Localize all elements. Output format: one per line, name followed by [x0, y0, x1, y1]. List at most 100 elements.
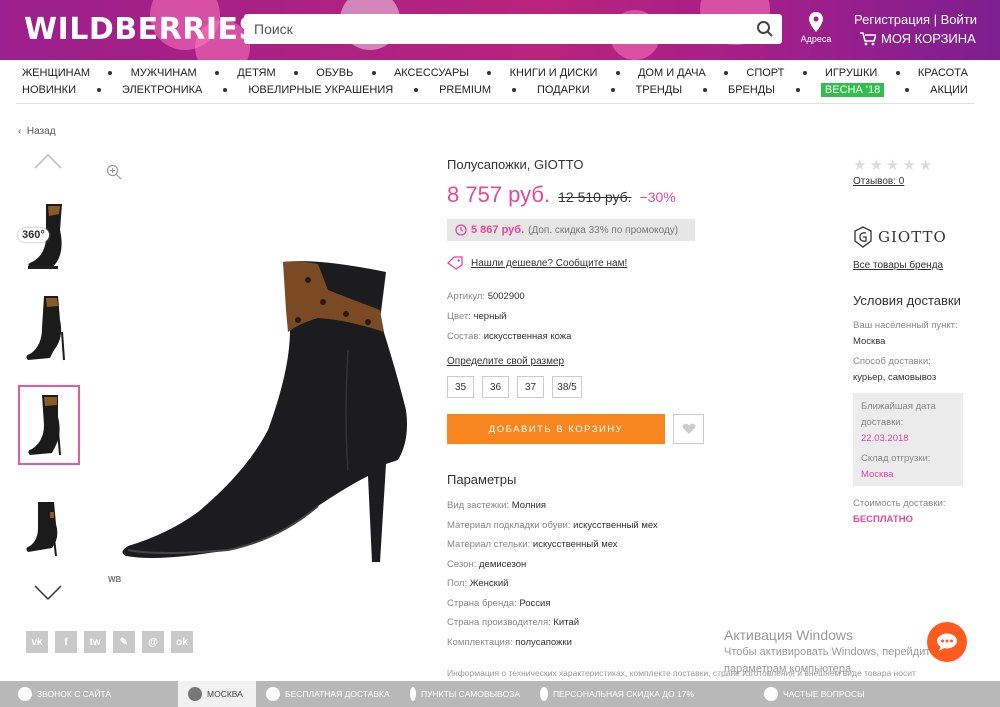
nav-link[interactable]: СПОРТ [746, 67, 784, 79]
footer-item[interactable]: ПУНКТЫ САМОВЫВОЗА [400, 681, 530, 707]
footer-label: ПЕРСОНАЛЬНАЯ СКИДКА ДО 17% [552, 689, 694, 699]
size-guide-link[interactable]: Определите свой размер [447, 356, 564, 367]
social-share-icon[interactable]: vk [26, 631, 48, 653]
nav-link[interactable]: ЖЕНЩИНАМ [22, 67, 90, 79]
param-value: демисезон [479, 558, 527, 570]
reviews-link[interactable]: Отзывов: 0 [853, 176, 904, 187]
gallery-thumb[interactable] [18, 490, 80, 570]
nav-separator-dot [610, 87, 615, 92]
site-logo[interactable]: WILDBERRIES [24, 12, 261, 47]
activation-title: Активация Windows [724, 627, 854, 643]
footer-item[interactable]: БЕСПЛАТНАЯ ДОСТАВКА [256, 681, 400, 707]
social-share-icon[interactable]: tw [84, 631, 106, 653]
zoom-icon[interactable] [106, 164, 122, 180]
footer-item[interactable]: ЗВОНОК С САЙТА [0, 681, 178, 707]
back-link[interactable]: ‹ Назад [18, 126, 56, 137]
nav-separator-dot [96, 87, 101, 92]
register-link[interactable]: Регистрация [854, 12, 930, 27]
gallery-thumb-active[interactable] [18, 385, 80, 465]
spec-row: Артикул: 5002900 [447, 287, 571, 307]
product-main-image[interactable] [118, 250, 408, 570]
chat-button[interactable] [927, 622, 967, 662]
gallery-up-arrow-icon[interactable] [33, 152, 63, 170]
separator: | [933, 12, 938, 27]
category-nav: ЖЕНЩИНАМ МУЖЧИНАМ ДЕТЯМ ОБУВЬ АКСЕССУАРЫ КНИГ… [16, 64, 974, 104]
footer-item[interactable]: ПЕРСОНАЛЬНАЯ СКИДКА ДО 17% [530, 681, 704, 707]
nav-row-secondary: НОВИНКИ ЭЛЕКТРОНИКА ЮВЕЛИРНЫЕ УКРАШЕНИЯ PRE… [16, 81, 974, 98]
view-360-badge[interactable]: 360° [18, 228, 49, 242]
nav-separator-dot [905, 87, 910, 92]
social-share-icon[interactable]: @ [142, 631, 164, 653]
size-option[interactable]: 35 [447, 376, 474, 398]
spec-row: Цвет: черный [447, 307, 571, 327]
param-row: Материал стельки: искусственный мех [447, 535, 658, 555]
product-specs: Артикул: 5002900 Цвет: черный Состав: иску… [447, 287, 571, 347]
brand-logo[interactable]: GIOTTO [853, 226, 947, 248]
nav-link[interactable]: КРАСОТА [918, 67, 968, 79]
locality-value[interactable]: Москва [853, 334, 965, 350]
footer-label: МОСКВА [207, 689, 243, 699]
nav-link[interactable]: НОВИНКИ [22, 84, 76, 96]
favorite-button[interactable] [673, 414, 704, 444]
method-value: курьер, самовывоз [853, 372, 937, 383]
nav-link[interactable]: ЭЛЕКТРОНИКА [122, 84, 202, 96]
delivery-conditions: Ваш населенный пункт: Москва Способ дост… [853, 318, 965, 390]
nav-link[interactable]: ИГРУШКИ [825, 67, 877, 79]
footer-icon [18, 687, 32, 701]
nav-separator-dot [293, 70, 298, 75]
product-params: Вид застежки: Молния Материал подкладки о… [447, 496, 658, 652]
rating-stars[interactable]: ★ ★ ★ ★ ★ [853, 156, 932, 174]
add-to-cart-button[interactable]: ДОБАВИТЬ В КОРЗИНУ [447, 414, 665, 444]
nav-link[interactable]: ОБУВЬ [316, 67, 353, 79]
param-row: Комплектация: полусапожки [447, 633, 658, 653]
login-link[interactable]: Войти [941, 12, 977, 27]
nav-link[interactable]: ЮВЕЛИРНЫЕ УКРАШЕНИЯ [248, 84, 393, 96]
search-icon[interactable] [756, 20, 774, 38]
nav-link[interactable]: ВЕСНА '18 [820, 82, 885, 97]
nav-link[interactable]: ТРЕНДЫ [636, 84, 683, 96]
social-share-icon[interactable]: ok [171, 631, 193, 653]
param-label: Пол: [447, 578, 468, 589]
spec-value: искусственная кожа [483, 331, 572, 342]
footer-icon [266, 687, 280, 701]
image-watermark: WB [108, 575, 122, 584]
social-share-icon[interactable]: f [55, 631, 77, 653]
nav-link[interactable]: ДОМ И ДАЧА [638, 67, 706, 79]
nav-separator-dot [371, 70, 376, 75]
all-brand-products-link[interactable]: Все товары бренда [853, 260, 943, 271]
product-title: Полусапожки, GIOTTO [447, 157, 584, 172]
nav-link[interactable]: PREMIUM [439, 84, 491, 96]
promo-price-box: 5 867 руб. (Доп. скидка 33% по промокоду… [447, 219, 695, 241]
account-links: Регистрация | Войти [854, 12, 977, 27]
spec-label: Артикул: [447, 291, 486, 302]
spec-value: 5002900 [487, 291, 525, 302]
social-share-icon[interactable]: ✎ [113, 631, 135, 653]
nav-link[interactable]: КНИГИ И ДИСКИ [510, 67, 598, 79]
footer-item[interactable]: ЧАСТЫЕ ВОПРОСЫ [704, 681, 882, 707]
star-icon: ★ [853, 157, 867, 174]
nav-link[interactable]: БРЕНДЫ [728, 84, 775, 96]
search-input[interactable] [244, 14, 744, 44]
size-option[interactable]: 37 [517, 376, 544, 398]
address-link[interactable]: Адреса [798, 12, 834, 44]
footer-item[interactable]: МОСКВА [178, 681, 256, 707]
found-cheaper-link[interactable]: Нашли дешевле? Сообщите нам! [447, 256, 627, 270]
cart-link[interactable]: МОЯ КОРЗИНА [860, 31, 976, 46]
size-option[interactable]: 36 [482, 376, 509, 398]
gallery-down-arrow-icon[interactable] [33, 584, 63, 602]
promo-note: (Доп. скидка 33% по промокоду) [528, 224, 679, 236]
nav-link[interactable]: ПОДАРКИ [537, 84, 590, 96]
gallery-thumb[interactable] [18, 288, 80, 368]
nav-link[interactable]: ДЕТЯМ [237, 67, 275, 79]
discount-percent: −30% [639, 189, 676, 205]
nav-link[interactable]: АКСЕССУАРЫ [394, 67, 469, 79]
footer-label: БЕСПЛАТНАЯ ДОСТАВКА [285, 689, 390, 699]
param-row: Пол: Женский [447, 574, 658, 594]
nav-link[interactable]: МУЖЧИНАМ [131, 67, 197, 79]
social-share-bar: vk f tw ✎ @ ok [26, 631, 193, 653]
footer-icon [188, 687, 202, 701]
nav-link[interactable]: АКЦИИ [930, 84, 968, 96]
size-option[interactable]: 38/5 [552, 376, 582, 398]
nav-separator-dot [223, 87, 228, 92]
brand-name: GIOTTO [878, 228, 947, 246]
